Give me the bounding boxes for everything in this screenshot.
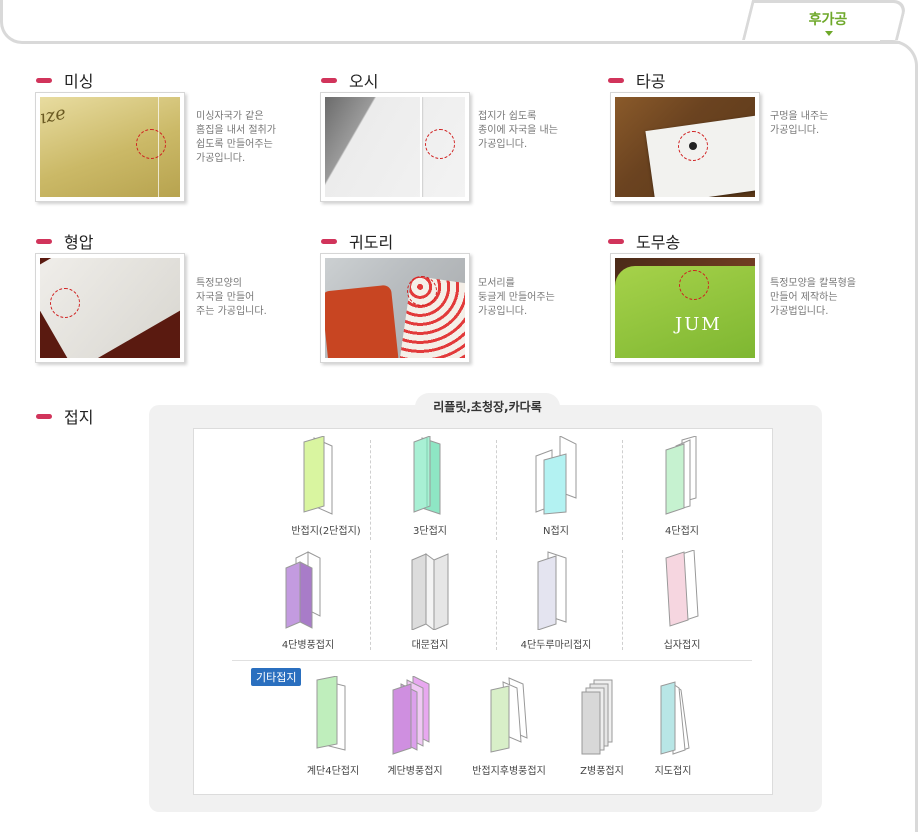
divider: [232, 660, 752, 661]
highlight-circle: [678, 131, 708, 161]
fold-item-step4[interactable]: 계단4단접지: [288, 676, 378, 777]
highlight-circle: [407, 276, 437, 306]
photo-missing: ıze: [35, 92, 185, 202]
section-title-missing: 미싱: [36, 68, 93, 92]
bullet-icon: [36, 77, 52, 83]
fold-item-n[interactable]: N접지: [496, 436, 616, 537]
desc-domusong: 특정모양을 칼목형을 만들어 제작하는 가공법입니다.: [770, 278, 856, 317]
photo-gwidori: [320, 253, 470, 363]
desc-osi: 접지가 쉽도록 종이에 자국을 내는 가공입니다.: [478, 111, 558, 150]
section-title-osi: 오시: [321, 68, 378, 92]
bullet-icon: [36, 413, 52, 419]
fold-item-quad[interactable]: 4단접지: [622, 436, 742, 537]
bullet-icon: [321, 77, 337, 83]
bullet-icon: [608, 77, 624, 83]
section-title-gwidori: 귀도리: [321, 229, 393, 253]
desc-hyeongap: 특정모양의 자국을 만들어 주는 가공입니다.: [196, 278, 267, 317]
tab-label[interactable]: 후가공: [788, 9, 868, 29]
fold-item-step-accordion[interactable]: 계단병풍접지: [370, 676, 460, 777]
desc-missing: 미싱자국가 같은 홈집을 내서 절취가 쉽도록 만들어주는 가공입니다.: [196, 111, 276, 164]
photo-hyeongap: [35, 253, 185, 363]
fold-item-tri[interactable]: 3단접지: [370, 436, 490, 537]
photo-domusong: JUM: [610, 253, 760, 363]
fold-item-map[interactable]: 지도접지: [628, 676, 718, 777]
highlight-circle: [136, 129, 166, 159]
fold-item-cross[interactable]: 십자접지: [622, 550, 742, 651]
fold-item-half-accordion[interactable]: 반접지후병풍접지: [464, 676, 554, 777]
highlight-circle: [425, 129, 455, 159]
fold-item-gate[interactable]: 대문접지: [370, 550, 490, 651]
section-title-tagong: 타공: [608, 68, 665, 92]
section-title-hyeongap: 형압: [36, 229, 93, 253]
fold-heading: 리플릿,초청장,카다록: [433, 400, 542, 414]
desc-tagong: 구멍을 내주는 가공입니다.: [770, 111, 829, 136]
photo-tagong: [610, 92, 760, 202]
section-title-fold: 접지: [36, 404, 93, 428]
bullet-icon: [608, 238, 624, 244]
fold-item-half[interactable]: 반접지(2단접지): [266, 436, 386, 537]
fold-item-accordion[interactable]: 4단병풍접지: [248, 550, 368, 651]
bullet-icon: [36, 238, 52, 244]
bullet-icon: [321, 238, 337, 244]
fold-item-roll[interactable]: 4단두루마리접지: [496, 550, 616, 651]
chevron-down-icon: [825, 31, 833, 36]
content-frame-right: [880, 40, 918, 832]
photo-osi: [320, 92, 470, 202]
section-title-domusong: 도무송: [608, 229, 680, 253]
highlight-circle: [679, 270, 709, 300]
highlight-circle: [50, 288, 80, 318]
desc-gwidori: 모서리를 둥글게 만들어주는 가공입니다.: [478, 278, 555, 317]
